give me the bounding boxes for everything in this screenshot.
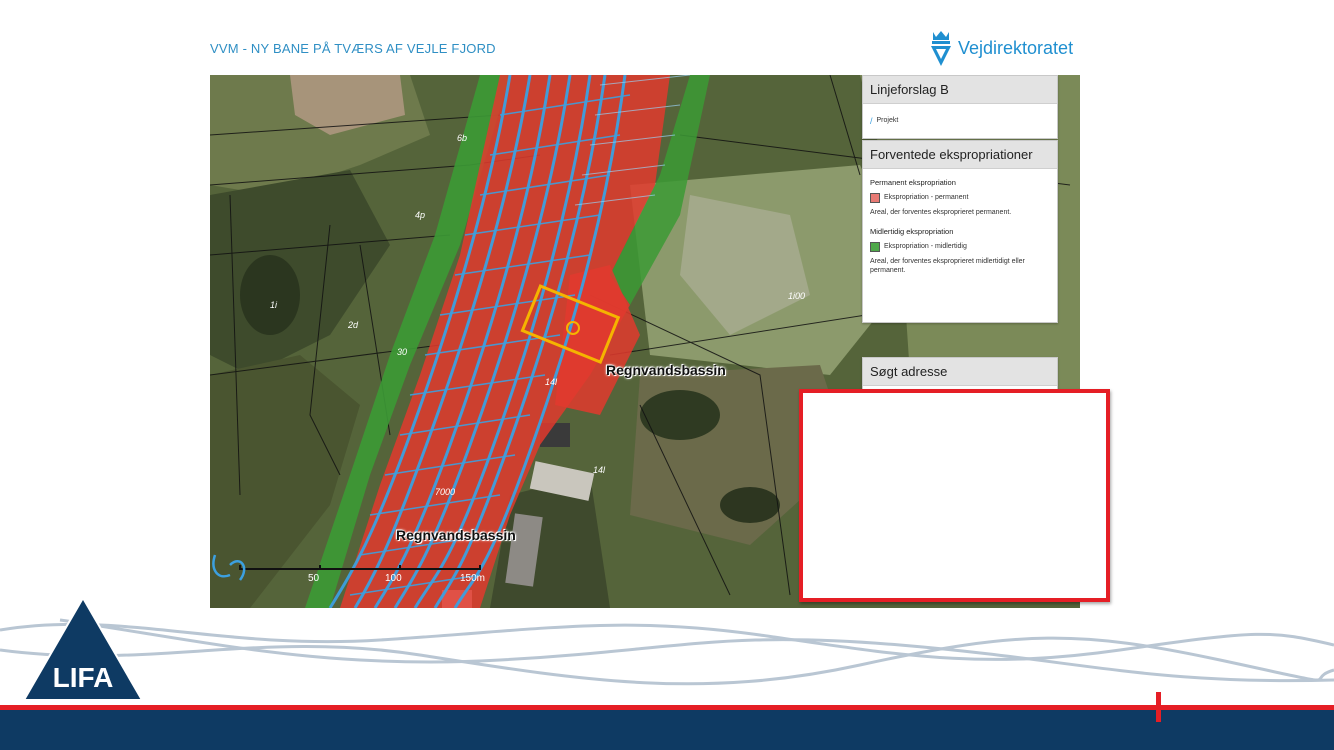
lifa-triangle-icon: LIFA <box>23 597 143 701</box>
temporary-heading: Midlertidig ekspropriation <box>870 226 954 236</box>
lifa-logo: LIFA <box>22 596 144 707</box>
temporary-description: Areal, der forventes eksproprieret midle… <box>870 257 1025 275</box>
permanent-heading: Permanent ekspropriation <box>870 178 956 187</box>
layer-panel-title[interactable]: Linjeforslag B <box>863 76 1057 104</box>
permanent-description: Areal, der forventes eksproprieret perma… <box>870 209 1012 217</box>
layer-panel[interactable]: Linjeforslag B / Projekt <box>862 75 1058 140</box>
parcel-number: 1i <box>270 300 278 310</box>
parcel-number: 6b <box>457 133 468 143</box>
layer-item-project[interactable]: / Projekt <box>870 115 1050 127</box>
parcel-number: 14l <box>545 377 558 387</box>
wave-decoration <box>0 618 1334 686</box>
parcel-number: 7000 <box>435 487 456 497</box>
parcel-number: 14l <box>593 465 606 475</box>
slide-title: VVM - NY BANE PÅ TVÆRS AF VEJLE FJORD <box>210 41 496 56</box>
legend-item-temporary: Ekspropriation - midlertidig <box>870 241 1050 252</box>
expropriation-panel[interactable]: Forventede ekspropriationer Permanent ek… <box>862 140 1058 323</box>
footer-band <box>0 710 1334 750</box>
parcel-number: 30 <box>397 347 408 357</box>
parcel-number: 1i00 <box>788 291 806 301</box>
scale-tick-label: 150m <box>460 573 486 584</box>
address-panel-title[interactable]: Søgt adresse <box>863 358 1057 386</box>
scale-tick-label: 50 <box>308 573 320 584</box>
expropriation-panel-title[interactable]: Forventede ekspropriationer <box>863 141 1057 169</box>
map-label-basin-2: Regnvandsbassin <box>396 527 516 543</box>
parcel-number: 4p <box>415 210 426 220</box>
map-label-basin-1: Regnvandsbassin <box>606 362 726 378</box>
vejdirektoratet-logo: Vejdirektoratet <box>928 28 1073 68</box>
crown-shield-icon <box>931 31 951 66</box>
lifa-logo-text: LIFA <box>53 662 114 693</box>
scale-tick-label: 100 <box>385 573 402 584</box>
footer-tick <box>1156 692 1161 722</box>
red-swatch-icon <box>870 193 880 204</box>
legend-item-permanent: Ekspropriation - permanent <box>870 193 1050 204</box>
green-swatch-icon <box>870 241 880 252</box>
pencil-icon: / <box>870 116 873 126</box>
brand-name: Vejdirektoratet <box>958 37 1074 58</box>
parcel-number: 2d <box>348 320 359 330</box>
red-highlight-box <box>799 389 1110 602</box>
